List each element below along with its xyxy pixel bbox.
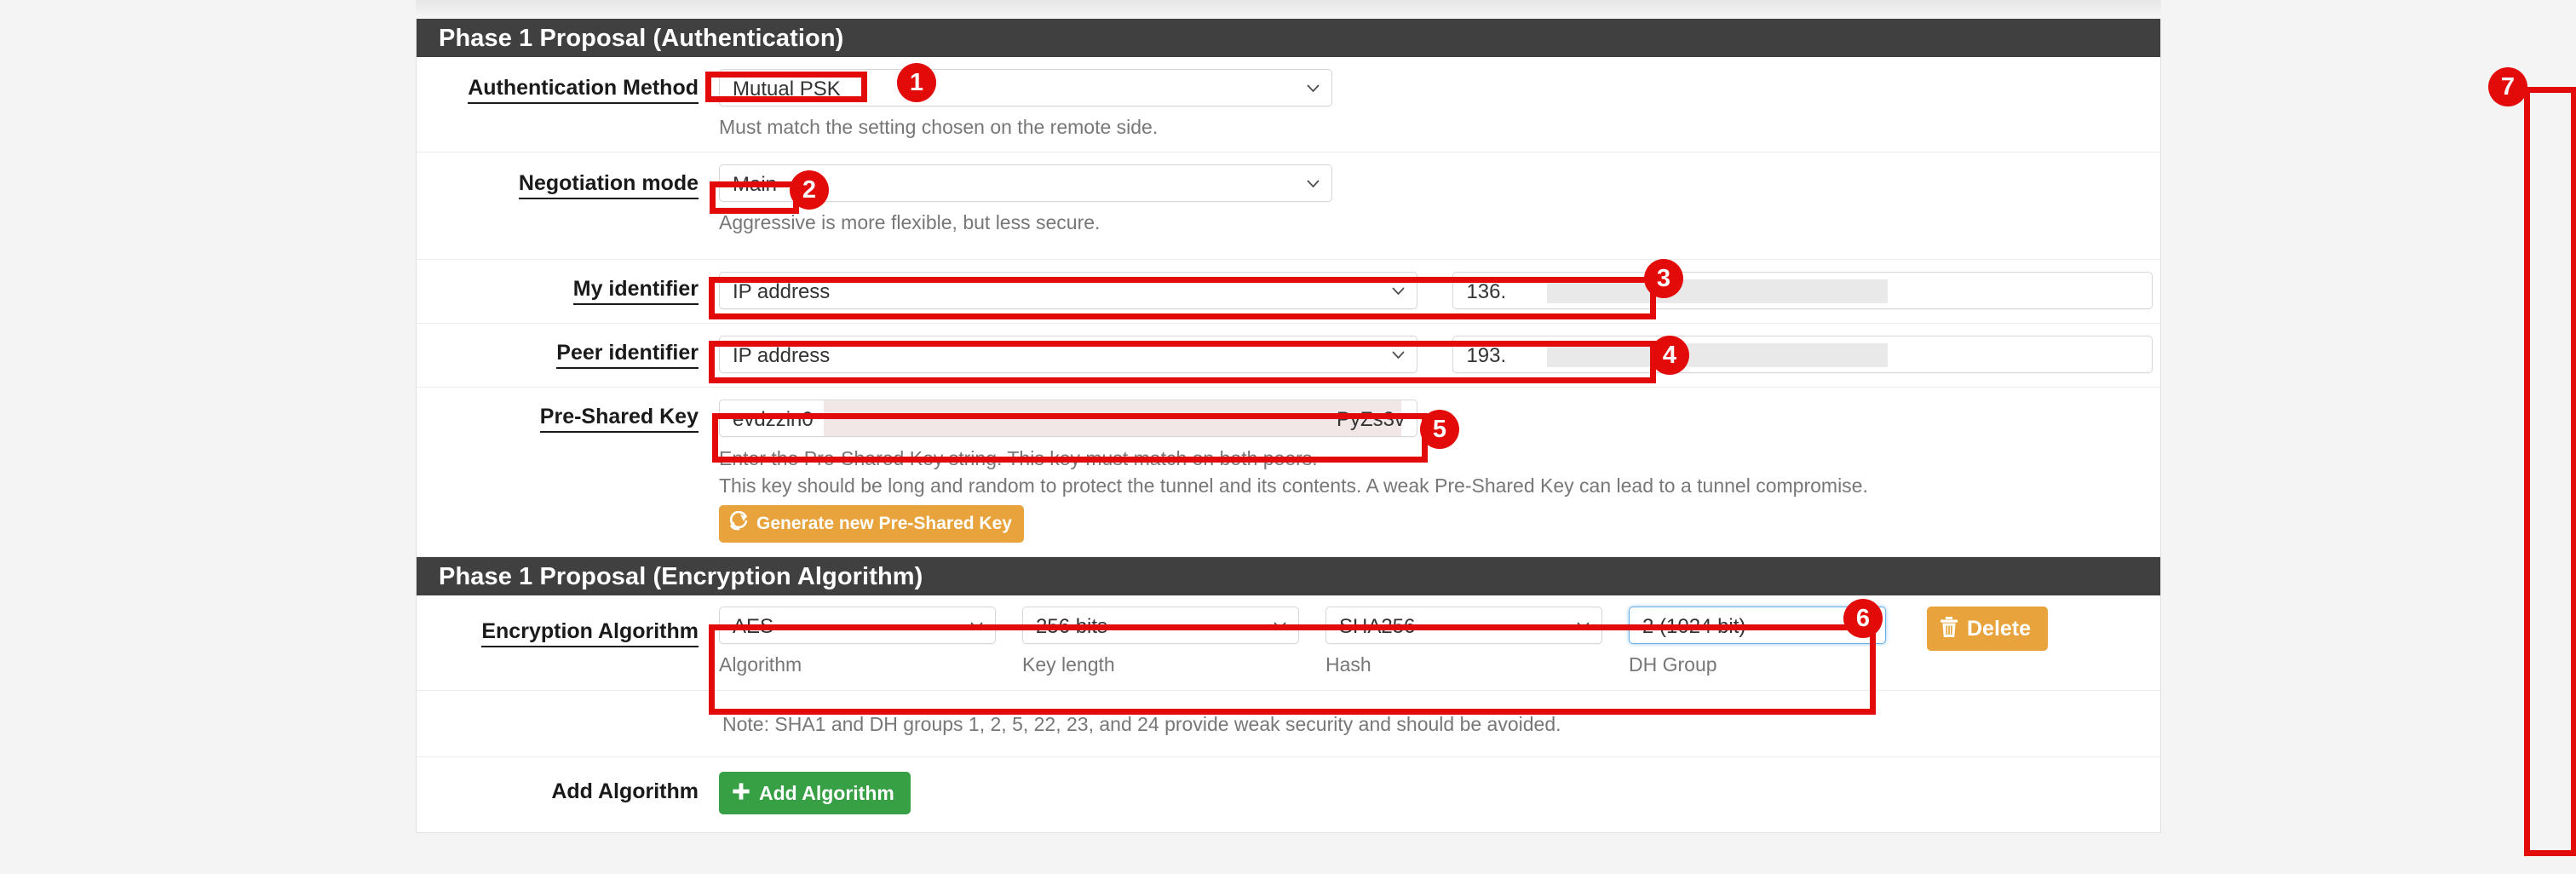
algorithm-value: AES bbox=[733, 615, 773, 639]
algorithm-note-text: Note: SHA1 and DH groups 1, 2, 5, 22, 23… bbox=[722, 713, 2160, 736]
hash-field-group: SHA256 Hash bbox=[1325, 607, 1602, 676]
redaction-block bbox=[824, 400, 1401, 436]
annotation-badge-1: 1 bbox=[897, 63, 936, 102]
row-negotiation-mode: Negotiation mode Main Aggressive is more… bbox=[417, 152, 2160, 260]
my-identifier-type-value: IP address bbox=[733, 280, 830, 304]
help-pre-shared-key-line2: This key should be long and random to pr… bbox=[719, 473, 2160, 498]
caption-dh-group: DH Group bbox=[1629, 653, 1886, 676]
label-encryption-algorithm: Encryption Algorithm bbox=[417, 595, 719, 647]
annotation-badge-2: 2 bbox=[790, 170, 829, 210]
row-encryption-algorithm: Encryption Algorithm AES Algorithm 256 b… bbox=[417, 595, 2160, 691]
redaction-block bbox=[1547, 343, 1888, 367]
label-pre-shared-key: Pre-Shared Key bbox=[417, 388, 719, 433]
annotation-badge-5: 5 bbox=[1420, 410, 1459, 449]
row-add-algorithm: Add Algorithm Add Algorithm bbox=[417, 757, 2160, 832]
encryption-algorithm-fields: AES Algorithm 256 bits Key length bbox=[719, 607, 2160, 676]
refresh-icon bbox=[728, 511, 749, 537]
label-add-algorithm: Add Algorithm bbox=[417, 757, 719, 806]
row-peer-identifier: Peer identifier IP address 193. bbox=[417, 324, 2160, 388]
authentication-method-select[interactable]: Mutual PSK bbox=[719, 69, 1332, 106]
chevron-down-icon bbox=[1391, 348, 1406, 362]
annotation-badge-6: 6 bbox=[1843, 599, 1883, 638]
settings-panel: Phase 1 Proposal (Authentication) Authen… bbox=[416, 19, 2161, 833]
generate-new-pre-shared-key-button[interactable]: Generate new Pre-Shared Key bbox=[719, 505, 1024, 543]
redaction-block bbox=[1547, 279, 1888, 303]
row-authentication-method: Authentication Method Mutual PSK Must ma… bbox=[417, 57, 2160, 152]
key-length-value: 256 bits bbox=[1036, 615, 1107, 639]
algorithm-select[interactable]: AES bbox=[719, 607, 996, 644]
caption-hash: Hash bbox=[1325, 653, 1602, 676]
chevron-down-icon bbox=[1306, 81, 1320, 95]
label-note-spacer bbox=[417, 691, 719, 710]
row-pre-shared-key: Pre-Shared Key evdzzin0 PyZs3v Enter the… bbox=[417, 388, 2160, 557]
label-negotiation-mode: Negotiation mode bbox=[417, 152, 719, 199]
chevron-down-icon bbox=[1391, 284, 1406, 298]
help-pre-shared-key-line1: Enter the Pre-Shared Key string. This ke… bbox=[719, 446, 2160, 471]
pre-shared-key-value-end: PyZs3v bbox=[1337, 408, 1405, 432]
negotiation-mode-value: Main bbox=[733, 173, 777, 197]
chevron-down-icon bbox=[1576, 618, 1590, 633]
my-identifier-value-input[interactable]: 136. bbox=[1452, 272, 2153, 309]
caption-key-length: Key length bbox=[1022, 653, 1299, 676]
my-identifier-type-select[interactable]: IP address bbox=[719, 272, 1417, 309]
delete-algorithm-label: Delete bbox=[1967, 618, 2031, 639]
chevron-down-icon bbox=[969, 618, 984, 633]
page-background-strip bbox=[416, 0, 2161, 19]
annotation-badge-3: 3 bbox=[1644, 259, 1683, 298]
hash-select[interactable]: SHA256 bbox=[1325, 607, 1602, 644]
key-length-field-group: 256 bits Key length bbox=[1022, 607, 1299, 676]
key-length-select[interactable]: 256 bits bbox=[1022, 607, 1299, 644]
delete-algorithm-button[interactable]: Delete bbox=[1927, 607, 2048, 651]
peer-identifier-value: 193. bbox=[1466, 344, 1506, 368]
chevron-down-icon bbox=[1273, 618, 1287, 633]
label-my-identifier: My identifier bbox=[417, 260, 719, 305]
peer-identifier-value-input[interactable]: 193. bbox=[1452, 336, 2153, 373]
peer-identifier-type-value: IP address bbox=[733, 344, 830, 368]
annotation-badge-7: 7 bbox=[2488, 67, 2527, 106]
row-my-identifier: My identifier IP address 136. bbox=[417, 260, 2160, 324]
caption-algorithm: Algorithm bbox=[719, 653, 996, 676]
help-negotiation-mode: Aggressive is more flexible, but less se… bbox=[719, 210, 2160, 235]
annotation-box-7 bbox=[2524, 87, 2576, 856]
section-header-phase1-authentication: Phase 1 Proposal (Authentication) bbox=[417, 19, 2160, 57]
peer-identifier-type-select[interactable]: IP address bbox=[719, 336, 1417, 373]
trash-icon bbox=[1939, 616, 1959, 641]
hash-value: SHA256 bbox=[1339, 615, 1415, 639]
plus-icon bbox=[731, 781, 751, 805]
annotation-badge-4: 4 bbox=[1650, 336, 1689, 375]
add-algorithm-button[interactable]: Add Algorithm bbox=[719, 772, 911, 814]
label-authentication-method: Authentication Method bbox=[417, 57, 719, 104]
delete-button-group: Delete bbox=[1927, 607, 2048, 651]
label-peer-identifier: Peer identifier bbox=[417, 324, 719, 369]
chevron-down-icon bbox=[1306, 176, 1320, 191]
help-authentication-method: Must match the setting chosen on the rem… bbox=[719, 114, 2160, 140]
pre-shared-key-value-start: evdzzin0 bbox=[733, 408, 814, 432]
my-identifier-value: 136. bbox=[1466, 280, 1506, 304]
authentication-method-value: Mutual PSK bbox=[733, 78, 841, 101]
section-header-phase1-encryption: Phase 1 Proposal (Encryption Algorithm) bbox=[417, 557, 2160, 595]
row-algorithm-note: Note: SHA1 and DH groups 1, 2, 5, 22, 23… bbox=[417, 691, 2160, 757]
add-algorithm-label: Add Algorithm bbox=[759, 783, 894, 803]
algorithm-field-group: AES Algorithm bbox=[719, 607, 996, 676]
pre-shared-key-field[interactable]: evdzzin0 PyZs3v bbox=[719, 400, 1417, 437]
dh-group-value: 2 (1024 bit) bbox=[1642, 615, 1745, 639]
generate-new-pre-shared-key-label: Generate new Pre-Shared Key bbox=[756, 514, 1012, 534]
